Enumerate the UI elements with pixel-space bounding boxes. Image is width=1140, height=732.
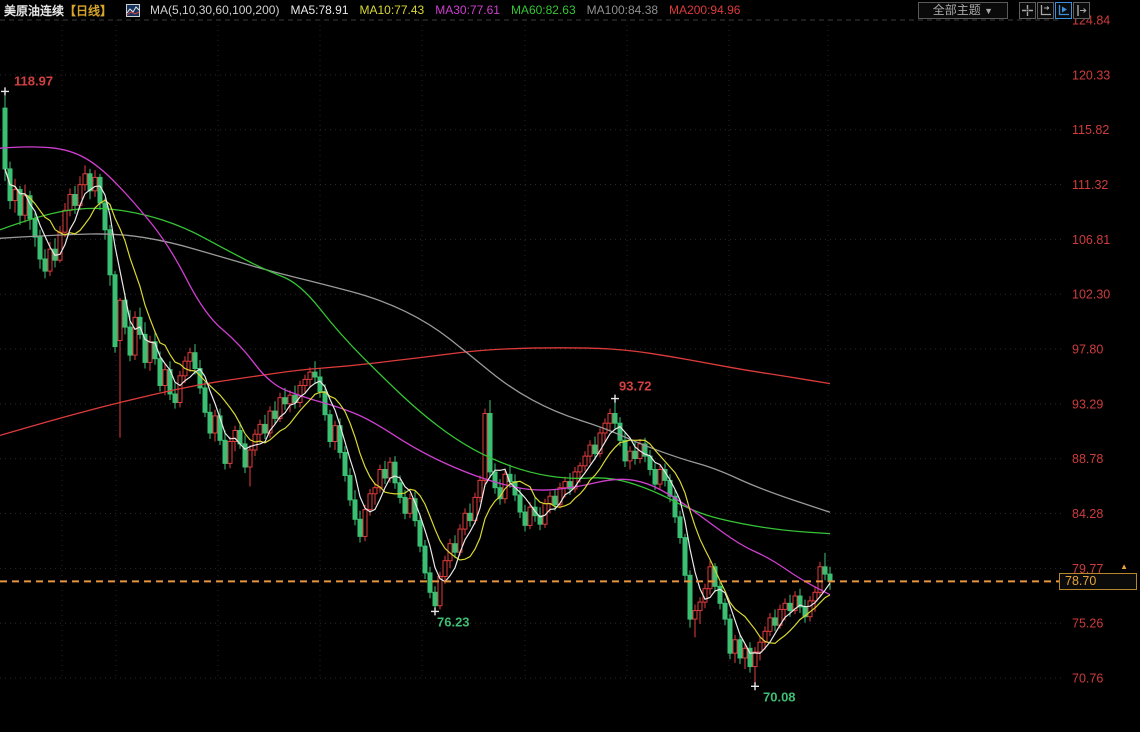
crosshair-icon[interactable] <box>1019 2 1036 19</box>
mini-chart-icon <box>126 4 140 17</box>
axis-scale-icon[interactable] <box>1037 2 1054 19</box>
svg-text:111.32: 111.32 <box>1072 178 1108 192</box>
svg-text:97.80: 97.80 <box>1072 343 1103 357</box>
svg-text:70.08: 70.08 <box>763 689 796 704</box>
symbol-title: 美原油连续 <box>4 2 64 19</box>
candlestick-chart-canvas[interactable]: 124.84120.33115.82111.32106.81102.3097.8… <box>0 0 1140 732</box>
ma100-value: MA100:84.38 <box>587 3 658 17</box>
pan-right-icon[interactable] <box>1073 2 1090 19</box>
svg-text:70.76: 70.76 <box>1072 672 1103 686</box>
ma60-value: MA60:82.63 <box>511 3 576 17</box>
ma-params-label: MA(5,10,30,60,100,200) <box>150 3 279 17</box>
chart-toolbar <box>1019 2 1090 19</box>
svg-text:76.23: 76.23 <box>437 614 470 629</box>
svg-text:102.30: 102.30 <box>1072 288 1110 302</box>
svg-text:93.29: 93.29 <box>1072 397 1103 411</box>
ma200-value: MA200:94.96 <box>669 3 740 17</box>
svg-text:88.78: 88.78 <box>1072 452 1103 466</box>
svg-text:120.33: 120.33 <box>1072 68 1110 82</box>
ma30-value: MA30:77.61 <box>435 3 500 17</box>
theme-dropdown-button[interactable]: 全部主题 ▼ <box>918 2 1008 19</box>
svg-text:84.28: 84.28 <box>1072 507 1103 521</box>
last-price-badge: 78.70 <box>1059 573 1137 590</box>
play-active-icon[interactable] <box>1055 2 1072 19</box>
ma5-value: MA5:78.91 <box>290 3 348 17</box>
svg-text:115.82: 115.82 <box>1072 123 1109 137</box>
svg-text:75.26: 75.26 <box>1072 617 1103 631</box>
price-up-arrow-icon: ▲ <box>1120 562 1128 571</box>
theme-dropdown-wrap: 全部主题 ▼ <box>918 2 1008 19</box>
svg-text:106.81: 106.81 <box>1072 233 1110 247</box>
svg-text:93.72: 93.72 <box>619 379 652 394</box>
ma10-value: MA10:77.43 <box>360 3 425 17</box>
chevron-down-icon: ▼ <box>984 6 993 16</box>
trading-app-window: 124.84120.33115.82111.32106.81102.3097.8… <box>0 0 1140 732</box>
period-tag: 【日线】 <box>64 2 112 19</box>
svg-text:118.97: 118.97 <box>14 73 53 88</box>
